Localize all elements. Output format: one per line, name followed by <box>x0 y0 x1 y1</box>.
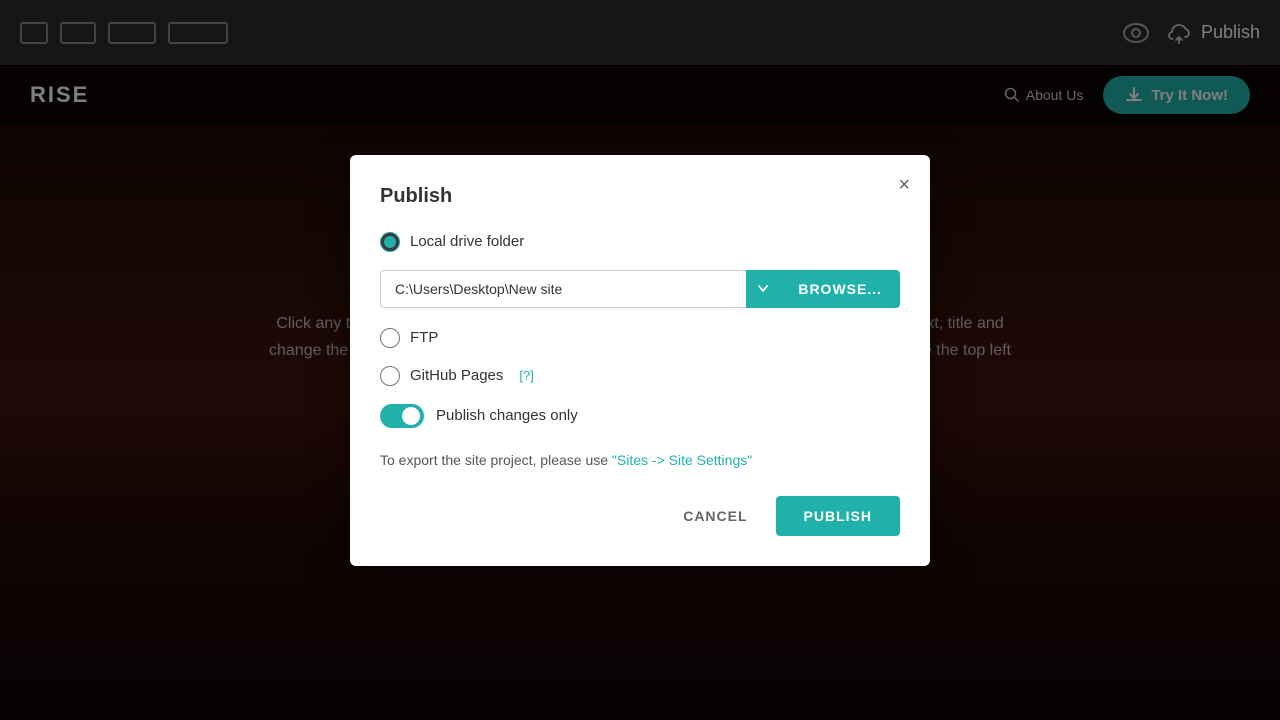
publish-action-button[interactable]: PUBLISH <box>776 496 900 536</box>
dialog-title: Publish <box>380 185 900 208</box>
export-notice: To export the site project, please use "… <box>380 452 900 468</box>
ftp-radio[interactable] <box>380 328 400 348</box>
path-dropdown-button[interactable] <box>746 270 780 308</box>
publish-dialog: Publish × Local drive folder BROWSE... F… <box>350 155 930 566</box>
local-drive-radio[interactable] <box>380 232 400 252</box>
github-help-icon[interactable]: [?] <box>519 368 533 383</box>
toggle-thumb <box>402 407 420 425</box>
cancel-button[interactable]: CANCEL <box>667 498 763 534</box>
local-drive-option[interactable]: Local drive folder <box>380 232 900 252</box>
chevron-down-icon <box>758 285 768 293</box>
ftp-option[interactable]: FTP <box>380 328 900 348</box>
site-settings-link[interactable]: "Sites -> Site Settings" <box>612 452 752 468</box>
export-notice-text: To export the site project, please use <box>380 452 612 468</box>
publish-changes-toggle[interactable] <box>380 404 424 428</box>
browse-button[interactable]: BROWSE... <box>780 270 900 308</box>
close-button[interactable]: × <box>898 175 910 195</box>
path-input[interactable] <box>380 270 746 308</box>
github-pages-option[interactable]: GitHub Pages [?] <box>380 366 900 386</box>
dialog-footer: CANCEL PUBLISH <box>380 496 900 536</box>
publish-changes-toggle-row: Publish changes only <box>380 404 900 428</box>
path-row: BROWSE... <box>380 270 900 308</box>
publish-changes-label: Publish changes only <box>436 407 578 424</box>
github-label: GitHub Pages <box>410 367 503 384</box>
modal-overlay: Publish × Local drive folder BROWSE... F… <box>0 0 1280 720</box>
github-radio[interactable] <box>380 366 400 386</box>
local-drive-label: Local drive folder <box>410 233 524 250</box>
ftp-label: FTP <box>410 329 438 346</box>
